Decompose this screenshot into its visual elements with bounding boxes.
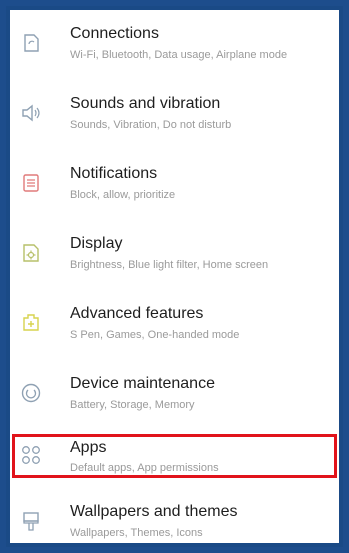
settings-item-subtitle: Battery, Storage, Memory	[70, 399, 195, 411]
settings-list: Connections Wi-Fi, Bluetooth, Data usage…	[10, 10, 339, 543]
settings-item-subtitle: Sounds, Vibration, Do not disturb	[70, 119, 232, 131]
settings-item-title: Device maintenance	[70, 375, 215, 392]
apps-icon	[20, 444, 42, 466]
settings-item-subtitle: Block, allow, prioritize	[70, 189, 176, 201]
settings-item-title: Connections	[70, 25, 159, 42]
settings-item-advanced-features[interactable]: Advanced features S Pen, Games, One-hand…	[10, 290, 339, 358]
screenshot-frame: Connections Wi-Fi, Bluetooth, Data usage…	[6, 6, 343, 547]
sound-icon	[20, 102, 42, 124]
settings-item-title: Apps	[70, 439, 107, 456]
wallpapers-icon	[20, 510, 42, 532]
settings-item-subtitle: Default apps, App permissions	[70, 462, 219, 474]
settings-item-connections[interactable]: Connections Wi-Fi, Bluetooth, Data usage…	[10, 10, 339, 78]
settings-item-device-maintenance[interactable]: Device maintenance Battery, Storage, Mem…	[10, 360, 339, 428]
settings-item-display[interactable]: Display Brightness, Blue light filter, H…	[10, 220, 339, 288]
settings-item-title: Sounds and vibration	[70, 95, 221, 112]
connections-icon	[20, 32, 42, 54]
advanced-features-icon	[20, 312, 42, 334]
settings-item-sounds[interactable]: Sounds and vibration Sounds, Vibration, …	[10, 80, 339, 148]
settings-item-title: Advanced features	[70, 305, 204, 322]
settings-item-subtitle: Wallpapers, Themes, Icons	[70, 527, 203, 539]
settings-item-apps[interactable]: Apps Default apps, App permissions	[10, 430, 339, 482]
notifications-icon	[20, 172, 42, 194]
settings-item-title: Notifications	[70, 165, 158, 182]
settings-item-title: Display	[70, 235, 123, 252]
settings-item-title: Wallpapers and themes	[70, 503, 238, 520]
settings-item-subtitle: S Pen, Games, One-handed mode	[70, 329, 240, 341]
settings-item-subtitle: Wi-Fi, Bluetooth, Data usage, Airplane m…	[70, 49, 288, 61]
device-maintenance-icon	[20, 382, 42, 404]
settings-item-notifications[interactable]: Notifications Block, allow, prioritize	[10, 150, 339, 218]
display-icon	[20, 242, 42, 264]
settings-item-wallpapers-themes[interactable]: Wallpapers and themes Wallpapers, Themes…	[10, 488, 339, 543]
settings-item-subtitle: Brightness, Blue light filter, Home scre…	[70, 259, 269, 271]
